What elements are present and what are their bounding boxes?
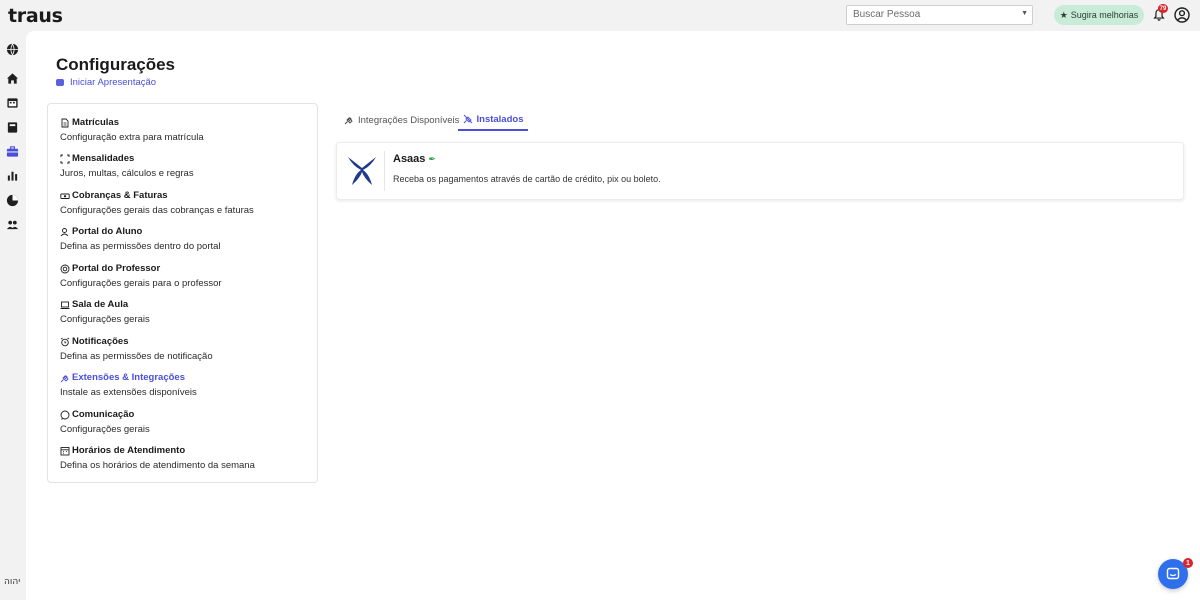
suggest-improvements-button[interactable]: ★ Sugira melhorias: [1054, 5, 1144, 25]
search-placeholder: Buscar Pessoa: [853, 9, 921, 20]
divider: [384, 151, 385, 191]
setting-title: Portal do Professor: [72, 263, 161, 274]
calendar-icon[interactable]: [6, 96, 19, 109]
setting-desc: Defina os horários de atendimento da sem…: [60, 460, 255, 471]
setting-desc: Defina as permissões de notificação: [60, 351, 213, 362]
plug-icon: [60, 374, 69, 382]
integration-name: Asaas: [393, 153, 426, 165]
notifications-badge: 79: [1158, 4, 1168, 13]
setting-item-horarios[interactable]: Horários de Atendimento Defina os horári…: [60, 445, 255, 471]
setting-item-notificacoes[interactable]: Notificações Defina as permissões de not…: [60, 336, 213, 362]
plug-icon: [344, 117, 353, 125]
alarm-icon: [60, 337, 70, 346]
setting-desc: Configurações gerais: [60, 314, 150, 325]
calendar-icon: [60, 446, 70, 455]
users-icon[interactable]: [6, 218, 19, 231]
chat-unread-badge: 1: [1183, 558, 1193, 568]
page-title: Configurações: [56, 55, 176, 74]
presentation-label: Iniciar Apresentação: [70, 77, 157, 88]
top-bar: traus Buscar Pessoa ▼ ★ Sugira melhorias…: [0, 0, 1200, 31]
presentation-icon: [56, 79, 64, 86]
setting-title: Comunicação: [72, 409, 135, 420]
setting-item-extensoes[interactable]: Extensões & Integrações Instale as exten…: [60, 372, 197, 398]
setting-item-matriculas[interactable]: Matrículas Configuração extra para matrí…: [60, 117, 204, 143]
search-person-select[interactable]: Buscar Pessoa ▼: [846, 5, 1033, 25]
tab-available-integrations[interactable]: Integrações Disponíveis: [344, 109, 459, 131]
start-presentation-link[interactable]: Iniciar Apresentação: [56, 77, 156, 88]
pie-chart-icon[interactable]: [6, 194, 19, 207]
student-icon: [60, 227, 69, 236]
setting-title: Portal do Aluno: [72, 226, 143, 237]
suggest-label: Sugira melhorias: [1070, 10, 1139, 20]
integration-card-asaas[interactable]: Asaas ✒ Receba os pagamentos através de …: [336, 142, 1184, 200]
chat-bubble-icon: [60, 410, 70, 420]
tab-label: Instalados: [476, 113, 524, 125]
integration-description: Receba os pagamentos através de cartão d…: [393, 174, 661, 184]
expand-icon: [60, 154, 70, 163]
target-icon: [60, 264, 70, 273]
setting-item-cobrancas[interactable]: Cobranças & Faturas Configurações gerais…: [60, 190, 254, 216]
setting-desc: Configurações gerais: [60, 424, 150, 435]
pin-icon: ✒: [428, 153, 436, 164]
setting-item-portal-professor[interactable]: Portal do Professor Configurações gerais…: [60, 263, 222, 289]
setting-title: Matrículas: [72, 117, 119, 128]
plug-disconnect-icon: [463, 114, 472, 124]
setting-item-comunicacao[interactable]: Comunicação Configurações gerais: [60, 409, 150, 435]
app-logo[interactable]: traus: [8, 5, 63, 27]
tab-label: Integrações Disponíveis: [358, 114, 460, 126]
book-icon[interactable]: [6, 121, 19, 134]
laptop-icon: [60, 301, 70, 309]
asaas-logo-icon: [348, 157, 376, 185]
user-avatar-icon[interactable]: [1174, 7, 1190, 23]
tab-installed[interactable]: Instalados: [458, 109, 528, 131]
setting-desc: Defina as permissões dentro do portal: [60, 241, 221, 252]
star-icon: ★: [1059, 9, 1068, 20]
rail-footer-text: יהוה: [4, 577, 21, 587]
setting-title: Horários de Atendimento: [72, 445, 186, 456]
money-icon: [60, 193, 70, 199]
chevron-down-icon: ▼: [1021, 10, 1028, 17]
setting-title: Sala de Aula: [72, 299, 129, 310]
settings-list: Matrículas Configuração extra para matrí…: [47, 103, 318, 483]
setting-desc: Configurações gerais das cobranças e fat…: [60, 205, 254, 216]
main-panel: Configurações Iniciar Apresentação Matrí…: [26, 31, 1200, 600]
setting-title: Extensões & Integrações: [72, 372, 185, 383]
chat-icon: [1166, 567, 1180, 580]
globe-icon[interactable]: [6, 43, 19, 56]
setting-desc: Configurações gerais para o professor: [60, 278, 222, 289]
setting-item-mensalidades[interactable]: Mensalidades Juros, multas, cálculos e r…: [60, 153, 194, 179]
setting-title: Cobranças & Faturas: [72, 190, 168, 201]
briefcase-icon[interactable]: [6, 145, 19, 158]
left-icon-rail: [0, 31, 26, 600]
home-icon[interactable]: [6, 72, 19, 85]
setting-item-sala-aula[interactable]: Sala de Aula Configurações gerais: [60, 299, 150, 325]
setting-desc: Configuração extra para matrícula: [60, 132, 204, 143]
setting-desc: Juros, multas, cálculos e regras: [60, 168, 194, 179]
setting-item-portal-aluno[interactable]: Portal do Aluno Defina as permissões den…: [60, 226, 221, 252]
setting-title: Mensalidades: [72, 153, 135, 164]
bar-chart-icon[interactable]: [6, 169, 19, 182]
setting-title: Notificações: [72, 336, 129, 347]
document-icon: [61, 118, 69, 127]
setting-desc: Instale as extensões disponíveis: [60, 387, 197, 398]
